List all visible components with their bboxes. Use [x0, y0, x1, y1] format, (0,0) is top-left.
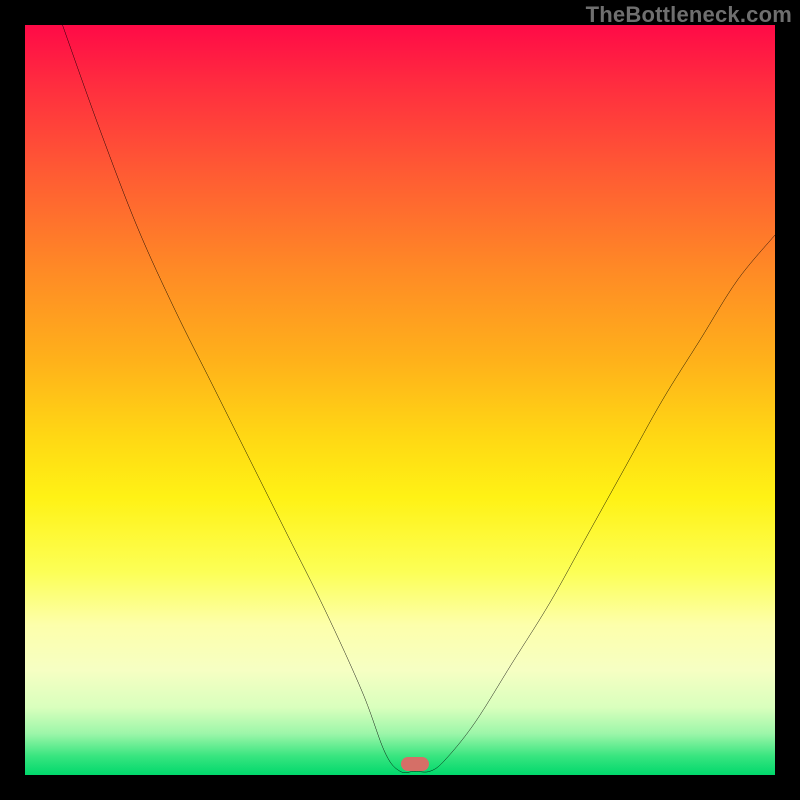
bottleneck-curve	[25, 25, 775, 775]
plot-area	[25, 25, 775, 775]
optimal-marker	[401, 757, 429, 771]
curve-path	[63, 25, 776, 773]
watermark-text: TheBottleneck.com	[586, 2, 792, 28]
chart-frame: TheBottleneck.com	[0, 0, 800, 800]
